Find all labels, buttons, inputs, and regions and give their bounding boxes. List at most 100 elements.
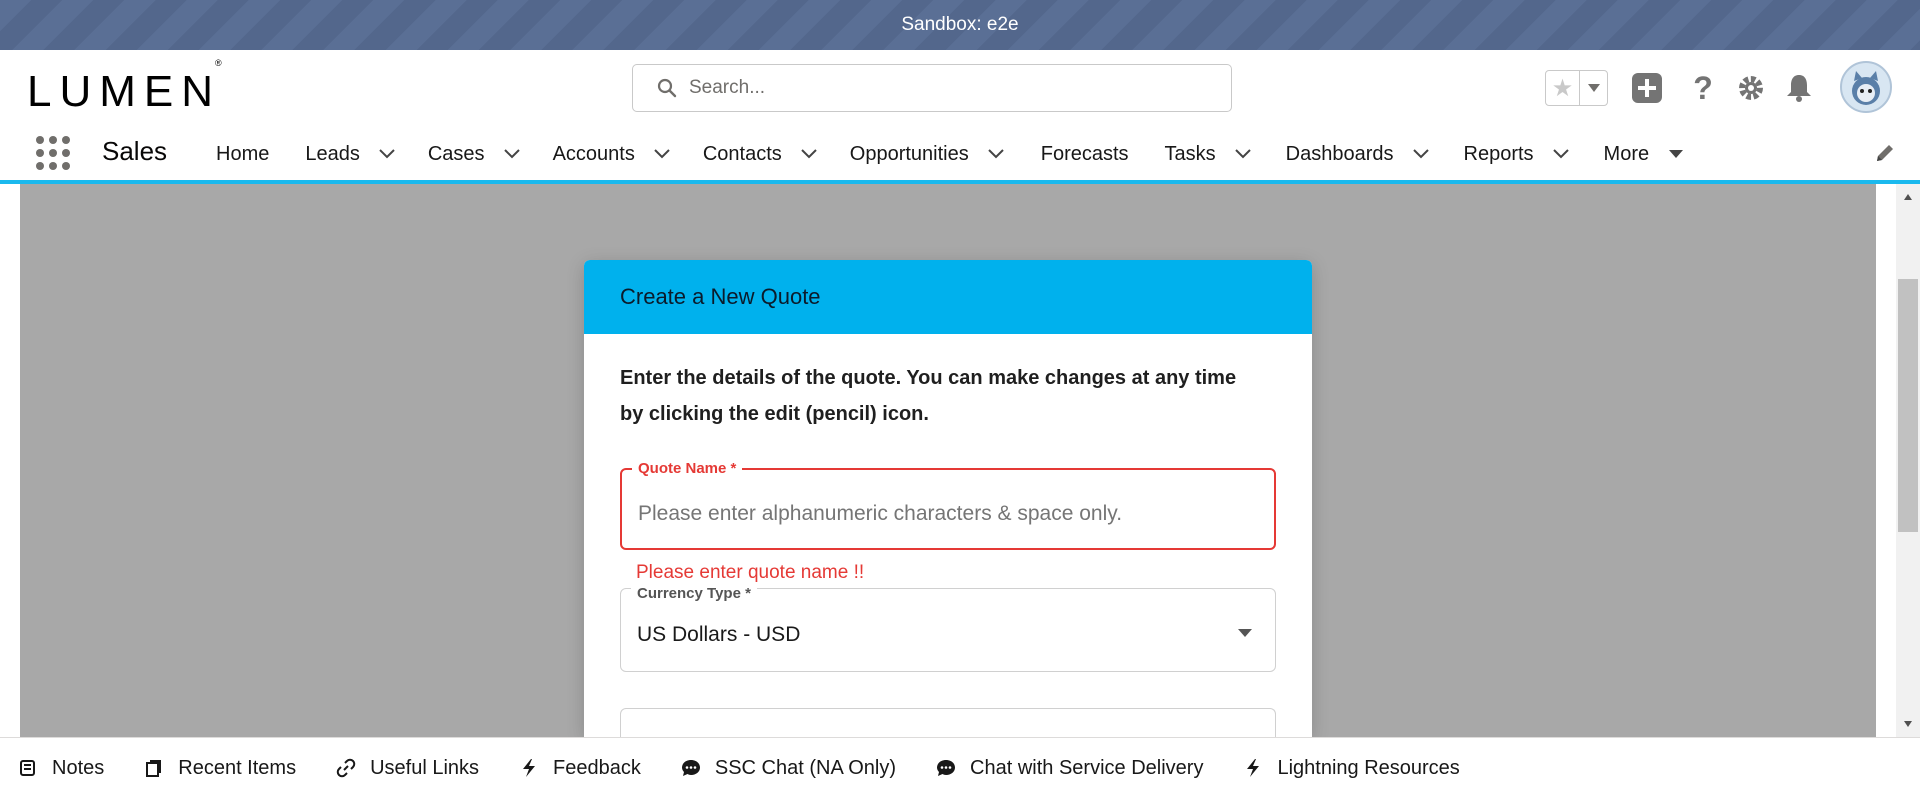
- chevron-down-icon[interactable]: [800, 145, 818, 163]
- logo-text: LUMEN: [27, 67, 222, 116]
- chat-icon: [936, 758, 956, 778]
- currency-type-label: Currency Type *: [631, 585, 757, 602]
- chevron-down-icon[interactable]: [987, 145, 1005, 163]
- next-form-field[interactable]: [620, 708, 1276, 737]
- nav-tab-label: Leads: [305, 142, 360, 165]
- search-input[interactable]: Search...: [689, 77, 765, 99]
- app-navigation: Sales Home Leads Cases Accounts Contacts…: [0, 128, 1920, 184]
- intro-line-1: Enter the details of the quote. You can …: [620, 367, 1237, 389]
- notifications-button[interactable]: [1779, 68, 1819, 108]
- lightning-icon: [1243, 758, 1263, 778]
- recent-items-icon: [144, 758, 164, 778]
- sandbox-label: Sandbox: e2e: [901, 14, 1019, 35]
- notes-icon: [18, 758, 38, 778]
- scroll-down-arrow-icon[interactable]: [1901, 717, 1915, 731]
- utility-item-recent-items[interactable]: Recent Items: [144, 757, 296, 780]
- nav-tab-label: Reports: [1463, 142, 1534, 165]
- quote-name-label: Quote Name *: [632, 460, 743, 477]
- favorites-menu-button[interactable]: [1580, 71, 1607, 105]
- chevron-down-icon[interactable]: [1234, 145, 1252, 163]
- utility-item-label: Lightning Resources: [1277, 756, 1460, 779]
- chevron-down-icon: [1587, 84, 1600, 92]
- utility-item-useful-links[interactable]: Useful Links: [336, 757, 479, 780]
- app-name: Sales: [102, 136, 168, 166]
- nav-tab-label: Tasks: [1164, 142, 1216, 165]
- quote-name-error: Please enter quote name !!: [636, 562, 865, 583]
- nav-tab-more[interactable]: More: [1604, 128, 1686, 180]
- quote-name-input[interactable]: [638, 502, 1258, 526]
- chevron-down-icon[interactable]: [503, 145, 521, 163]
- nav-tab-contacts[interactable]: Contacts: [703, 128, 818, 180]
- utility-item-label: SSC Chat (NA Only): [714, 756, 897, 779]
- nav-tab-label: Contacts: [702, 142, 782, 165]
- chat-icon: [681, 758, 701, 778]
- scrollbar-thumb[interactable]: [1898, 279, 1918, 532]
- nav-tab-accounts[interactable]: Accounts: [553, 128, 671, 180]
- link-icon: [336, 758, 356, 778]
- help-icon: ?: [1693, 69, 1713, 106]
- caret-down-icon[interactable]: [1667, 145, 1685, 163]
- nav-tab-tasks[interactable]: Tasks: [1165, 128, 1252, 180]
- sandbox-banner: Sandbox: e2e: [0, 0, 1920, 50]
- utility-bar: Notes Recent Items Useful Links Feedback…: [0, 737, 1920, 798]
- help-button[interactable]: ?: [1683, 68, 1723, 108]
- chevron-down-icon[interactable]: [653, 145, 671, 163]
- scroll-up-arrow-icon[interactable]: [1901, 190, 1915, 204]
- chevron-down-icon[interactable]: [1412, 145, 1430, 163]
- utility-item-label: Useful Links: [370, 756, 480, 779]
- nav-tab-forecasts[interactable]: Forecasts: [1041, 128, 1129, 180]
- utility-item-lightning-resources[interactable]: Lightning Resources: [1243, 756, 1460, 780]
- nav-tab-label: Home: [216, 142, 270, 165]
- search-icon: [657, 78, 677, 98]
- nav-tab-opportunities[interactable]: Opportunities: [850, 128, 1005, 180]
- setup-gear-icon: [1739, 76, 1763, 100]
- utility-item-label: Recent Items: [178, 756, 297, 779]
- edit-nav-button[interactable]: [1874, 142, 1896, 169]
- avatar[interactable]: [1840, 61, 1892, 113]
- favorites-group: ★: [1545, 70, 1608, 106]
- nav-tabs: Home Leads Cases Accounts Contacts Oppor…: [216, 128, 1685, 180]
- pencil-icon: [1877, 145, 1893, 161]
- logo-mark: ®: [215, 58, 222, 69]
- global-header: LUMEN® Search... ★ ?: [0, 50, 1920, 128]
- modal-header: Create a New Quote: [584, 260, 1312, 334]
- currency-type-select[interactable]: Currency Type * US Dollars - USD: [620, 585, 1276, 672]
- chevron-down-icon[interactable]: [378, 145, 396, 163]
- nav-tab-label: Dashboards: [1285, 142, 1394, 165]
- dropdown-caret-icon[interactable]: [1237, 625, 1253, 643]
- setup-button[interactable]: [1731, 68, 1771, 108]
- quote-name-field[interactable]: Quote Name *: [620, 460, 1276, 550]
- nav-tab-dashboards[interactable]: Dashboards: [1286, 128, 1430, 180]
- utility-item-feedback[interactable]: Feedback: [519, 757, 641, 780]
- utility-item-label: Feedback: [553, 756, 641, 779]
- nav-tab-cases[interactable]: Cases: [428, 128, 521, 180]
- nav-tab-leads[interactable]: Leads: [305, 128, 396, 180]
- utility-item-notes[interactable]: Notes: [18, 757, 104, 780]
- nav-tab-label: Opportunities: [849, 142, 969, 165]
- chevron-down-icon[interactable]: [1552, 145, 1570, 163]
- modal-title: Create a New Quote: [620, 284, 821, 309]
- intro-line-2: by clicking the edit (pencil) icon.: [620, 403, 929, 425]
- nav-tab-label: More: [1603, 142, 1650, 165]
- star-icon[interactable]: ★: [1546, 71, 1580, 105]
- notification-bell-icon: [1787, 75, 1811, 102]
- lightning-icon: [519, 758, 539, 778]
- currency-type-value: US Dollars - USD: [637, 623, 801, 646]
- utility-item-ssc-chat[interactable]: SSC Chat (NA Only): [681, 757, 896, 780]
- utility-item-label: Chat with Service Delivery: [970, 756, 1204, 779]
- nav-tab-label: Cases: [427, 142, 485, 165]
- modal-body: Enter the details of the quote. You can …: [584, 334, 1312, 737]
- nav-tab-label: Forecasts: [1040, 142, 1129, 165]
- utility-item-chat-service-delivery[interactable]: Chat with Service Delivery: [936, 757, 1203, 780]
- user-avatar-icon: [1852, 71, 1880, 105]
- nav-tab-reports[interactable]: Reports: [1464, 128, 1570, 180]
- nav-tab-home[interactable]: Home: [216, 128, 269, 180]
- create-quote-modal: Create a New Quote Enter the details of …: [584, 260, 1312, 737]
- lumen-logo[interactable]: LUMEN®: [27, 59, 228, 116]
- app-launcher-icon[interactable]: [36, 136, 70, 170]
- global-search[interactable]: Search...: [632, 64, 1232, 112]
- utility-item-label: Notes: [52, 756, 105, 779]
- add-button[interactable]: [1627, 68, 1667, 108]
- add-icon: [1632, 73, 1662, 103]
- nav-tab-label: Accounts: [552, 142, 635, 165]
